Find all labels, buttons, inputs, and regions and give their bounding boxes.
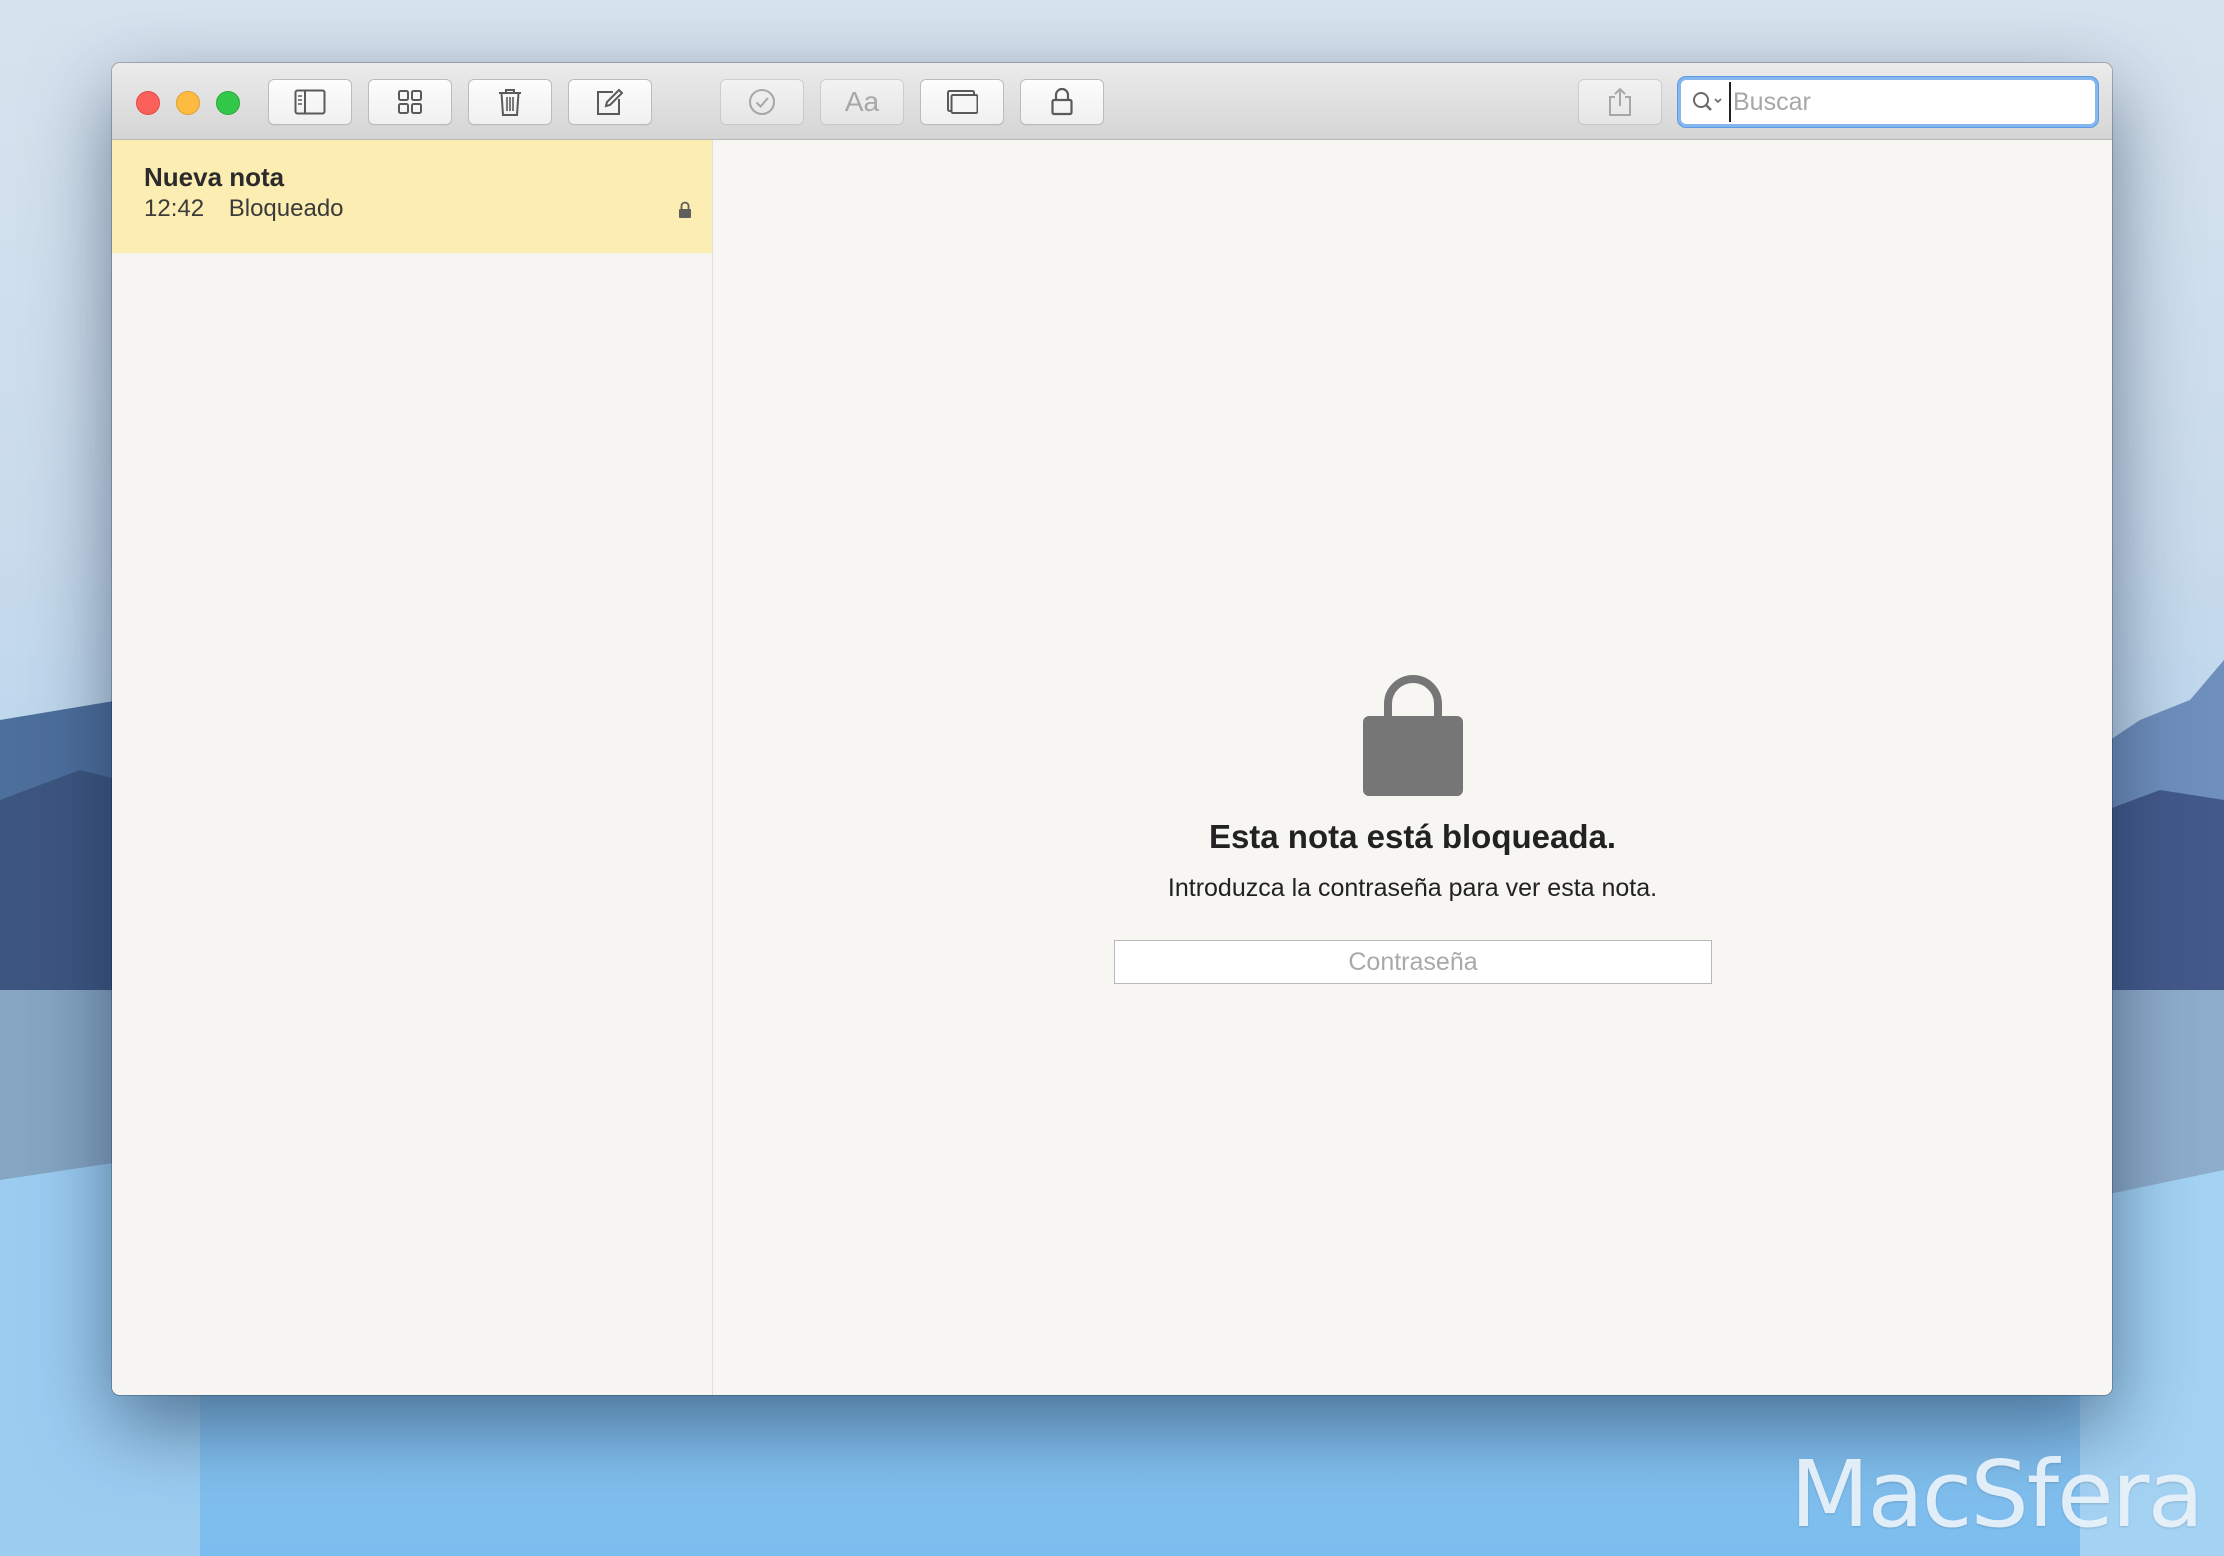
search-input[interactable]: [1729, 82, 2073, 122]
desktop-background: Aa Buscar Nueva nota 12:42 Bloqueado Est…: [0, 0, 2224, 1556]
note-list-item[interactable]: Nueva nota 12:42 Bloqueado: [112, 140, 712, 253]
compose-icon: [597, 88, 624, 115]
notes-list: Nueva nota 12:42 Bloqueado: [112, 140, 713, 1395]
svg-text:Aa: Aa: [845, 87, 880, 117]
lock-button[interactable]: [1020, 79, 1104, 125]
toolbar: Aa: [112, 63, 2112, 140]
close-window-button[interactable]: [136, 91, 160, 115]
new-note-button[interactable]: [568, 79, 652, 125]
share-icon: [1609, 87, 1631, 116]
format-button[interactable]: Aa: [820, 79, 904, 125]
note-status: Bloqueado: [228, 195, 344, 222]
delete-button[interactable]: [468, 79, 552, 125]
locked-note-message: Introduzca la contraseña para ver esta n…: [1167, 874, 1658, 902]
checklist-button[interactable]: [720, 79, 804, 125]
locked-note-title: Esta nota está bloqueada.: [1208, 818, 1617, 855]
checkmark-circle-icon: [749, 89, 775, 115]
minimize-window-button[interactable]: [176, 91, 200, 115]
share-button[interactable]: [1578, 79, 1662, 125]
note-editor: Esta nota está bloqueada. Introduzca la …: [713, 140, 2112, 1395]
grid-icon: [398, 90, 422, 114]
maximize-window-button[interactable]: [216, 91, 240, 115]
search-icon: [1691, 90, 1725, 114]
trash-icon: [499, 89, 521, 116]
sidebar-icon: [294, 89, 326, 115]
note-meta: 12:42 Bloqueado: [144, 195, 344, 223]
table-icon: [947, 90, 978, 114]
aa-icon: Aa: [845, 87, 880, 117]
add-table-button[interactable]: [920, 79, 1004, 125]
notes-window: Aa Buscar Nueva nota 12:42 Bloqueado Est…: [112, 63, 2112, 1395]
note-time: 12:42: [144, 195, 205, 222]
toggle-sidebar-button[interactable]: [268, 79, 352, 125]
password-field[interactable]: [1114, 940, 1712, 984]
watermark-logo: MacSfera: [1790, 1441, 2204, 1548]
lock-icon: [1051, 87, 1073, 116]
lock-icon: [1363, 666, 1463, 801]
small-lock-icon: [678, 201, 692, 224]
note-title: Nueva nota: [144, 162, 285, 192]
search-field[interactable]: [1678, 77, 2098, 127]
attachments-button[interactable]: [368, 79, 452, 125]
